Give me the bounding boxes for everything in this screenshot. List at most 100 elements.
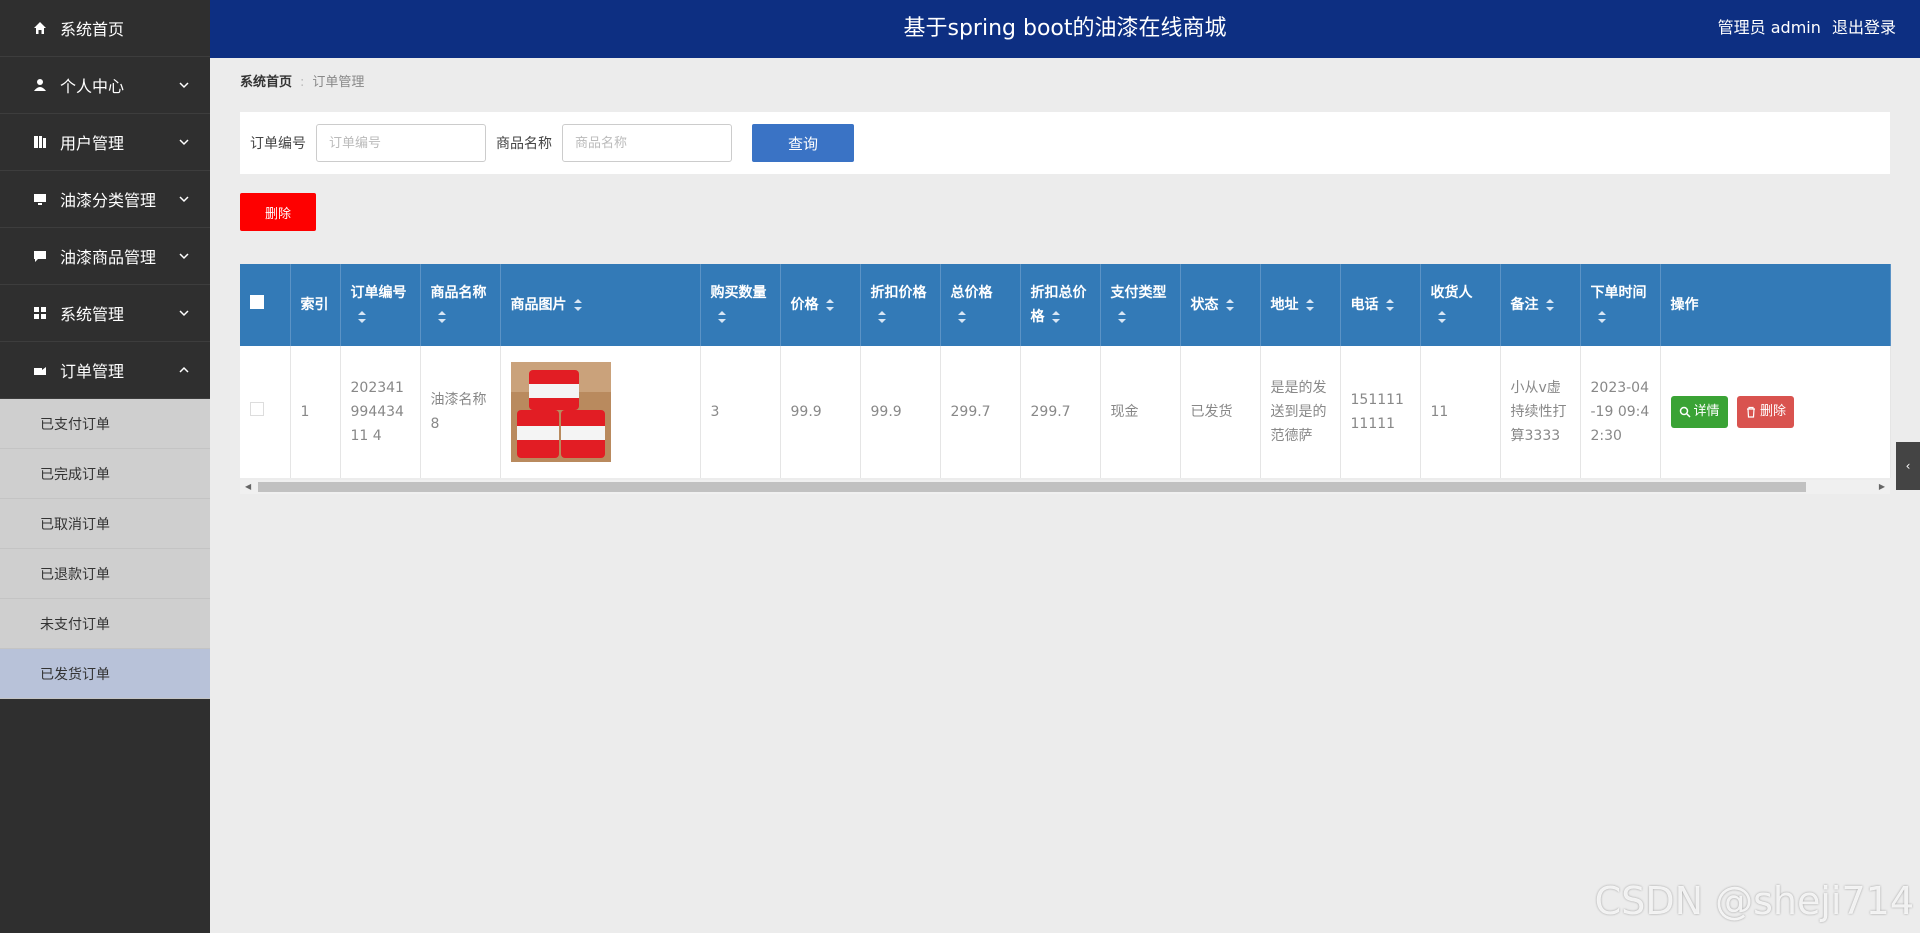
cell-index: 1 — [290, 346, 341, 478]
header-remark[interactable]: 备注 — [1500, 264, 1581, 346]
cell-discount-total: 299.7 — [1020, 346, 1101, 478]
sort-icon[interactable] — [1117, 310, 1127, 324]
batch-delete-button[interactable]: 删除 — [240, 193, 316, 231]
app-title: 基于spring boot的油漆在线商城 — [903, 16, 1227, 41]
sort-icon[interactable] — [1225, 298, 1235, 312]
admin-label: 管理员 admin — [1717, 18, 1821, 37]
table-header-row: 索引 订单编号 商品名称 商品图片 购买数量 价格 折扣价格 总价格 折扣总价格… — [240, 264, 1891, 346]
column-title: 总价格 — [950, 285, 993, 301]
sidebar-item-label: 用户管理 — [60, 134, 125, 153]
header-price[interactable]: 价格 — [780, 264, 861, 346]
submenu-item-cancelled[interactable]: 已取消订单 — [0, 499, 210, 549]
watermark: CSDN @sheji714 — [1594, 879, 1914, 923]
trash-icon — [1746, 406, 1755, 418]
row-checkbox[interactable] — [250, 402, 264, 416]
sidebar-item-users[interactable]: 用户管理 — [0, 114, 210, 171]
cell-phone: 15111111111 — [1340, 346, 1421, 478]
header-pay-type[interactable]: 支付类型 — [1100, 264, 1181, 346]
horizontal-scrollbar[interactable]: ◀ ▶ — [240, 480, 1890, 494]
sort-icon[interactable] — [1305, 298, 1315, 312]
submenu-item-unpaid[interactable]: 未支付订单 — [0, 599, 210, 649]
header-total[interactable]: 总价格 — [940, 264, 1021, 346]
sidebar-item-home[interactable]: 系统首页 — [0, 0, 210, 57]
query-button[interactable]: 查询 — [752, 124, 854, 162]
chevron-left-icon: ‹ — [1905, 459, 1911, 473]
delete-label: 删除 — [1759, 404, 1786, 419]
header-product[interactable]: 商品名称 — [420, 264, 501, 346]
orders-table: 索引 订单编号 商品名称 商品图片 购买数量 价格 折扣价格 总价格 折扣总价格… — [240, 264, 1891, 478]
logout-link[interactable]: 退出登录 — [1832, 18, 1896, 37]
sidebar-item-products[interactable]: 油漆商品管理 — [0, 228, 210, 285]
sort-icon[interactable] — [1597, 310, 1607, 324]
header-status[interactable]: 状态 — [1180, 264, 1261, 346]
cell-pay-type: 现金 — [1100, 346, 1181, 478]
cell-product: 油漆名称8 — [420, 346, 501, 478]
sidebar-item-system[interactable]: 系统管理 — [0, 285, 210, 342]
header-receiver[interactable]: 收货人 — [1420, 264, 1501, 346]
sidebar-item-profile[interactable]: 个人中心 — [0, 57, 210, 114]
column-title: 电话 — [1350, 297, 1379, 313]
detail-button[interactable]: 详情 — [1670, 396, 1728, 428]
home-icon — [32, 20, 48, 36]
header-phone[interactable]: 电话 — [1340, 264, 1421, 346]
sort-icon[interactable] — [1545, 298, 1555, 312]
sort-icon[interactable] — [717, 310, 727, 324]
breadcrumb-home[interactable]: 系统首页 — [240, 75, 292, 90]
monitor-icon — [32, 191, 48, 207]
sort-icon[interactable] — [825, 298, 835, 312]
column-title: 状态 — [1190, 297, 1219, 313]
collapse-panel-tab[interactable]: ‹ — [1896, 442, 1920, 490]
sort-icon[interactable] — [877, 310, 887, 324]
sort-icon[interactable] — [957, 310, 967, 324]
submenu-item-completed[interactable]: 已完成订单 — [0, 449, 210, 499]
sort-icon[interactable] — [1385, 298, 1395, 312]
column-title: 支付类型 — [1110, 285, 1167, 301]
product-name-input[interactable] — [562, 124, 732, 162]
table-row: 1 20234199443411 4 油漆名称8 3 99.9 99.9 299… — [240, 346, 1891, 478]
submenu-item-refunded[interactable]: 已退款订单 — [0, 549, 210, 599]
sidebar-item-label: 订单管理 — [60, 362, 125, 381]
header-discount-price[interactable]: 折扣价格 — [860, 264, 941, 346]
chevron-down-icon — [179, 196, 189, 203]
sort-icon[interactable] — [437, 310, 447, 324]
order-no-input[interactable] — [316, 124, 486, 162]
header-discount-total[interactable]: 折扣总价格 — [1020, 264, 1101, 346]
header-qty[interactable]: 购买数量 — [700, 264, 781, 346]
chevron-up-icon — [179, 366, 189, 373]
row-delete-button[interactable]: 删除 — [1736, 396, 1794, 428]
scrollbar-thumb[interactable] — [258, 482, 1806, 492]
column-title: 折扣价格 — [870, 285, 927, 301]
select-all-checkbox[interactable] — [250, 295, 264, 309]
sidebar-item-orders[interactable]: 订单管理 — [0, 342, 210, 399]
sort-icon[interactable] — [573, 298, 583, 312]
header-index: 索引 — [290, 264, 341, 346]
header-actions: 操作 — [1660, 264, 1891, 346]
cell-order-no: 20234199443411 4 — [340, 346, 421, 478]
header-image[interactable]: 商品图片 — [500, 264, 701, 346]
sort-icon[interactable] — [357, 310, 367, 324]
header-order-no[interactable]: 订单编号 — [340, 264, 421, 346]
sidebar-item-category[interactable]: 油漆分类管理 — [0, 171, 210, 228]
column-title: 商品图片 — [510, 297, 567, 313]
header-select-all[interactable] — [240, 264, 291, 346]
submenu-item-shipped[interactable]: 已发货订单 — [0, 649, 210, 699]
header-time[interactable]: 下单时间 — [1580, 264, 1661, 346]
detail-label: 详情 — [1693, 404, 1720, 419]
column-title: 索引 — [300, 297, 329, 313]
cell-address: 是是的发送到是的范德萨 — [1260, 346, 1341, 478]
cell-qty: 3 — [700, 346, 781, 478]
order-no-label: 订单编号 — [250, 136, 306, 152]
header-address[interactable]: 地址 — [1260, 264, 1341, 346]
scroll-left-icon[interactable]: ◀ — [245, 482, 251, 491]
column-title: 备注 — [1510, 297, 1539, 313]
sidebar: 系统首页 个人中心 用户管理 油漆分类管理 油漆商品管理 系统管理 订单管理 已… — [0, 0, 210, 933]
scroll-right-icon[interactable]: ▶ — [1879, 482, 1885, 491]
sort-icon[interactable] — [1051, 310, 1061, 324]
sidebar-item-label: 系统管理 — [60, 305, 125, 324]
submenu-item-paid[interactable]: 已支付订单 — [0, 399, 210, 449]
column-title: 价格 — [790, 297, 819, 313]
user-icon — [32, 77, 48, 93]
row-select-cell[interactable] — [240, 346, 291, 478]
sort-icon[interactable] — [1437, 310, 1447, 324]
top-header: 基于spring boot的油漆在线商城 管理员 admin 退出登录 — [210, 0, 1920, 58]
